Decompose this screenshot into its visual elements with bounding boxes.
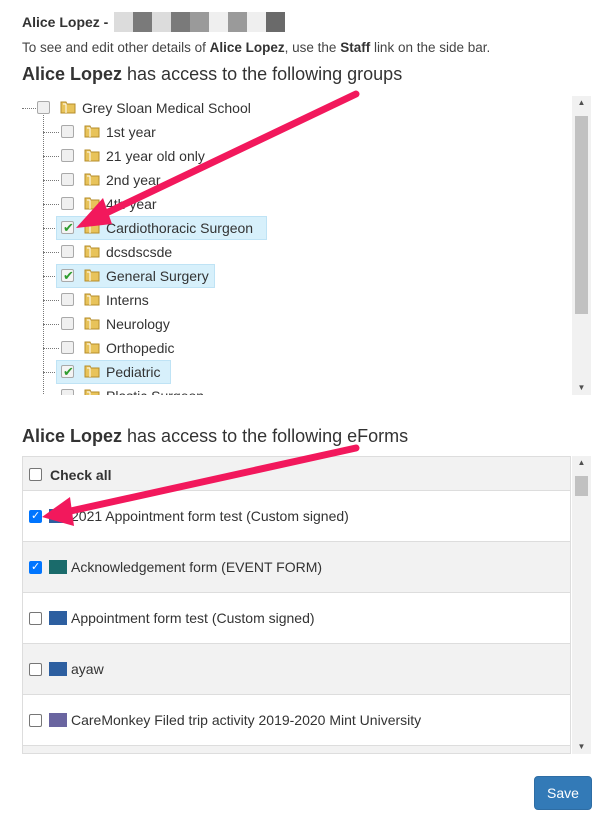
folder-icon: [84, 197, 100, 210]
group-checkbox[interactable]: [61, 173, 74, 186]
staff-name: Alice Lopez -: [22, 14, 109, 30]
eform-label: Acknowledgement form (EVENT FORM): [71, 559, 323, 575]
eform-checkbox[interactable]: [29, 612, 42, 625]
group-label: Cardiothoracic Surgeon: [106, 220, 254, 236]
color-swatch: [49, 611, 67, 625]
group-checkbox[interactable]: [61, 197, 74, 210]
group-checkbox[interactable]: [61, 341, 74, 354]
eform-label: ayaw: [71, 661, 104, 677]
eform-label: 2021 Appointment form test (Custom signe…: [71, 508, 349, 524]
color-swatch: [49, 509, 67, 523]
group-label: Neurology: [106, 316, 170, 332]
eform-checkbox[interactable]: [29, 714, 42, 727]
folder-icon: [84, 173, 100, 186]
group-label: Orthopedic: [106, 340, 175, 356]
color-swatch: [49, 560, 67, 574]
scroll-thumb[interactable]: [575, 476, 588, 496]
tree-item[interactable]: 2nd year: [22, 168, 562, 192]
color-swatch: [49, 713, 67, 727]
check-all-checkbox[interactable]: [29, 468, 42, 481]
tree-item[interactable]: Neurology: [22, 312, 562, 336]
eforms-list: Check all 2021 Appointment form test (Cu…: [22, 456, 571, 754]
tree-root-item[interactable]: Grey Sloan Medical School: [22, 96, 562, 120]
scroll-up-icon[interactable]: ▲: [572, 96, 591, 110]
staff-name-heading: Alice Lopez -: [22, 12, 286, 32]
info-text: To see and edit other details of Alice L…: [22, 40, 491, 55]
folder-icon: [84, 341, 100, 354]
staff-link[interactable]: Staff: [340, 40, 370, 55]
check-all-label: Check all: [50, 467, 112, 483]
eform-checkbox[interactable]: [29, 560, 42, 574]
group-label: Interns: [106, 292, 149, 308]
tree-item[interactable]: 21 year old only: [22, 144, 562, 168]
folder-icon: [84, 317, 100, 330]
group-label: 4th year: [106, 196, 157, 212]
folder-icon: [84, 221, 100, 234]
checkmark-icon: ✔: [63, 268, 74, 283]
eform-checkbox[interactable]: [29, 509, 42, 523]
group-checkbox[interactable]: [61, 317, 74, 330]
group-checkbox[interactable]: [61, 245, 74, 258]
group-label: 21 year old only: [106, 148, 205, 164]
group-label: Plastic Surgeon: [102, 386, 208, 395]
folder-icon: [84, 269, 100, 282]
root-checkbox[interactable]: [37, 101, 50, 114]
tree-root-label: Grey Sloan Medical School: [82, 100, 251, 116]
folder-icon: [84, 389, 100, 395]
redacted-text: [114, 12, 286, 32]
group-checkbox[interactable]: [61, 293, 74, 306]
groups-scrollbar[interactable]: ▲ ▼: [572, 96, 591, 395]
group-checkbox[interactable]: [61, 125, 74, 138]
check-all-row[interactable]: Check all: [23, 457, 570, 491]
tree-item[interactable]: 4th year: [22, 192, 562, 216]
checkmark-icon: ✔: [63, 220, 74, 235]
eform-checkbox[interactable]: [29, 663, 42, 676]
folder-icon: [84, 293, 100, 306]
eform-row[interactable]: Acknowledgement form (EVENT FORM): [23, 542, 570, 593]
eform-row-partial: [23, 746, 570, 753]
tree-item[interactable]: Interns: [22, 288, 562, 312]
scroll-up-icon[interactable]: ▲: [572, 456, 591, 470]
group-label: dcsdscsde: [106, 244, 173, 260]
folder-icon: [60, 101, 76, 114]
tree-item[interactable]: dcsdscsde: [22, 240, 562, 264]
eform-row[interactable]: CareMonkey Filed trip activity 2019-2020…: [23, 695, 570, 746]
tree-item[interactable]: Orthopedic: [22, 336, 562, 360]
tree-item[interactable]: ✔ Pediatric: [22, 360, 562, 384]
scroll-down-icon[interactable]: ▼: [572, 740, 591, 754]
tree-item[interactable]: ✔ General Surgery: [22, 264, 562, 288]
eforms-heading: Alice Lopez has access to the following …: [22, 426, 409, 446]
group-label: 1st year: [106, 124, 156, 140]
tree-item[interactable]: ✔ Cardiothoracic Surgeon: [22, 216, 562, 240]
group-label: Pediatric: [106, 364, 161, 380]
eform-row[interactable]: 2021 Appointment form test (Custom signe…: [23, 491, 570, 542]
eforms-scrollbar[interactable]: ▲ ▼: [572, 456, 591, 754]
eform-row[interactable]: Appointment form test (Custom signed): [23, 593, 570, 644]
eform-row[interactable]: ayaw: [23, 644, 570, 695]
group-checkbox[interactable]: ✔: [61, 365, 74, 378]
tree-item[interactable]: 1st year: [22, 120, 562, 144]
scroll-down-icon[interactable]: ▼: [572, 381, 591, 395]
group-label: 2nd year: [106, 172, 161, 188]
scroll-thumb[interactable]: [575, 116, 588, 314]
group-checkbox[interactable]: [61, 389, 74, 395]
group-checkbox[interactable]: ✔: [61, 221, 74, 234]
tree-item[interactable]: Plastic Surgeon: [22, 384, 562, 395]
eform-label: Appointment form test (Custom signed): [71, 610, 315, 626]
folder-icon: [84, 365, 100, 378]
groups-tree: Grey Sloan Medical School 1st year 21 yea…: [22, 96, 592, 395]
groups-heading: Alice Lopez has access to the following …: [22, 64, 403, 84]
folder-icon: [84, 125, 100, 138]
group-checkbox[interactable]: ✔: [61, 269, 74, 282]
group-label: General Surgery: [106, 268, 209, 284]
checkmark-icon: ✔: [63, 364, 74, 379]
eform-label: CareMonkey Filed trip activity 2019-2020…: [71, 712, 422, 728]
group-checkbox[interactable]: [61, 149, 74, 162]
folder-icon: [84, 245, 100, 258]
save-button[interactable]: Save: [534, 776, 592, 810]
color-swatch: [49, 662, 67, 676]
folder-icon: [84, 149, 100, 162]
